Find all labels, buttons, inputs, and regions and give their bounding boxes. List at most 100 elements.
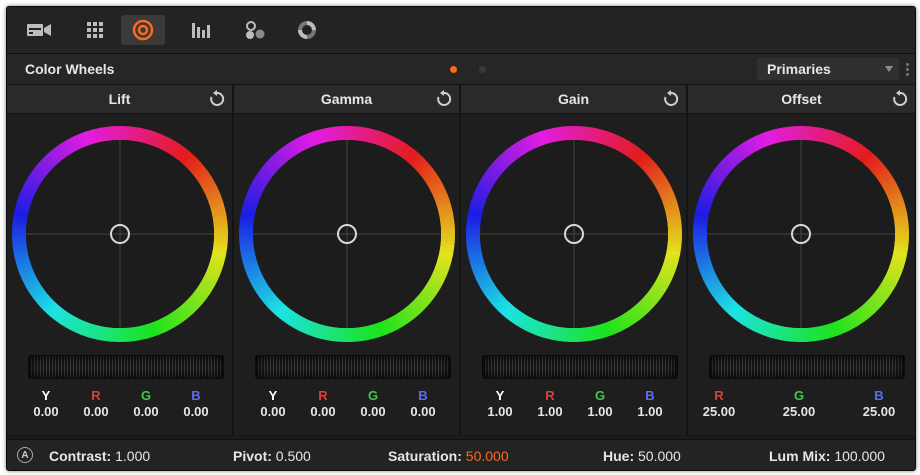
offset-channel-1: G 25.00: [774, 388, 824, 420]
rotate-button[interactable]: [285, 15, 329, 45]
channel-label: R: [545, 388, 555, 403]
saturation-label: Saturation:: [388, 448, 462, 464]
channel-value[interactable]: 25.00: [694, 403, 744, 420]
gain-color-wheel[interactable]: [465, 125, 683, 343]
channel-value[interactable]: 0.00: [21, 403, 71, 420]
lum-mix-control[interactable]: Lum Mix: 100.000: [769, 448, 885, 464]
color-wheels-window: Color Wheels Primaries Lift Y 0.00 R 0.00 G 0…: [6, 6, 916, 471]
gain-title: Gain: [557, 91, 590, 107]
channel-label: B: [874, 388, 884, 403]
offset-master-slider[interactable]: [709, 355, 905, 379]
gain-master-slider[interactable]: [482, 355, 678, 379]
auto-balance-icon[interactable]: A: [17, 447, 33, 463]
channel-label: G: [367, 388, 379, 403]
channel-label: Y: [495, 388, 505, 403]
gain-channel-1: R 1.00: [525, 388, 575, 420]
channel-value[interactable]: 25.00: [854, 403, 904, 420]
reset-icon[interactable]: [662, 90, 680, 108]
primaries-select[interactable]: Primaries: [757, 58, 899, 80]
channel-label: G: [140, 388, 152, 403]
lift-color-wheel[interactable]: [11, 125, 229, 343]
saturation-control[interactable]: Saturation: 50.000: [388, 448, 509, 464]
contrast-control[interactable]: Contrast: 1.000: [49, 448, 150, 464]
channel-value[interactable]: 0.00: [71, 403, 121, 420]
contrast-label: Contrast:: [49, 448, 112, 464]
pivot-label: Pivot:: [233, 448, 272, 464]
channel-value[interactable]: 0.00: [348, 403, 398, 420]
channel-label: G: [594, 388, 606, 403]
channel-label: B: [191, 388, 201, 403]
hue-label: Hue:: [603, 448, 635, 464]
channel-value[interactable]: 1.00: [575, 403, 625, 420]
color-wheels-icon: [132, 19, 154, 41]
contrast-value[interactable]: 1.000: [115, 448, 150, 464]
channel-value[interactable]: 0.00: [121, 403, 171, 420]
gamma-channel-1: R 0.00: [298, 388, 348, 420]
bars-button[interactable]: [179, 15, 223, 45]
hue-control[interactable]: Hue: 50.000: [603, 448, 681, 464]
gamma-title: Gamma: [320, 91, 373, 107]
palette-toolbar: [7, 7, 915, 54]
gamma-channel-3: B 0.00: [398, 388, 448, 420]
palette-header: Color Wheels Primaries: [7, 54, 915, 85]
gain-wheel-panel: Gain Y 1.00 R 1.00 G 1.00 B 1.00: [461, 85, 688, 435]
nodes-icon: [246, 21, 265, 39]
channel-value[interactable]: 1.00: [475, 403, 525, 420]
camera-raw-button[interactable]: [17, 15, 61, 45]
page-dot-2[interactable]: [479, 66, 486, 73]
channel-label: B: [418, 388, 428, 403]
lum-mix-value[interactable]: 100.000: [834, 448, 885, 464]
lift-title: Lift: [108, 91, 131, 107]
offset-header: Offset: [688, 85, 915, 114]
channel-label: B: [645, 388, 655, 403]
offset-channel-2: B 25.00: [854, 388, 904, 420]
reset-icon[interactable]: [435, 90, 453, 108]
gain-channel-3: B 1.00: [625, 388, 675, 420]
primaries-select-value: Primaries: [767, 61, 831, 77]
gamma-color-wheel[interactable]: [238, 125, 456, 343]
offset-color-wheel[interactable]: [692, 125, 910, 343]
reset-icon[interactable]: [891, 90, 909, 108]
pivot-value[interactable]: 0.500: [276, 448, 311, 464]
lift-values: Y 0.00 R 0.00 G 0.00 B 0.00: [7, 388, 232, 428]
offset-channel-0: R 25.00: [694, 388, 744, 420]
gamma-channel-0: Y 0.00: [248, 388, 298, 420]
channel-value[interactable]: 0.00: [398, 403, 448, 420]
lift-channel-2: G 0.00: [121, 388, 171, 420]
options-menu-icon[interactable]: [906, 63, 909, 77]
gamma-master-slider[interactable]: [255, 355, 451, 379]
channel-value[interactable]: 0.00: [171, 403, 221, 420]
saturation-value[interactable]: 50.000: [466, 448, 509, 464]
lift-channel-1: R 0.00: [71, 388, 121, 420]
bars-icon: [192, 23, 210, 38]
channel-value[interactable]: 1.00: [625, 403, 675, 420]
page-dot-1[interactable]: [450, 66, 457, 73]
channel-value[interactable]: 0.00: [248, 403, 298, 420]
nodes-button[interactable]: [233, 15, 277, 45]
gain-channel-2: G 1.00: [575, 388, 625, 420]
grid-icon: [87, 22, 103, 38]
channel-value[interactable]: 0.00: [298, 403, 348, 420]
channel-label: R: [318, 388, 328, 403]
offset-wheel-panel: Offset R 25.00 G 25.00 B 25.00: [688, 85, 915, 435]
channel-label: R: [714, 388, 724, 403]
grid-button[interactable]: [73, 15, 117, 45]
lift-master-slider[interactable]: [28, 355, 224, 379]
channel-label: G: [793, 388, 805, 403]
gamma-values: Y 0.00 R 0.00 G 0.00 B 0.00: [234, 388, 459, 428]
reset-icon[interactable]: [208, 90, 226, 108]
gain-header: Gain: [461, 85, 686, 114]
hue-value[interactable]: 50.000: [638, 448, 681, 464]
offset-title: Offset: [781, 91, 822, 107]
gain-channel-0: Y 1.00: [475, 388, 525, 420]
gamma-header: Gamma: [234, 85, 459, 114]
pivot-control[interactable]: Pivot: 0.500: [233, 448, 311, 464]
gamma-wheel-panel: Gamma Y 0.00 R 0.00 G 0.00 B 0.00: [234, 85, 461, 435]
channel-value[interactable]: 25.00: [774, 403, 824, 420]
channel-value[interactable]: 1.00: [525, 403, 575, 420]
lift-header: Lift: [7, 85, 232, 114]
lift-channel-0: Y 0.00: [21, 388, 71, 420]
camera-raw-icon: [27, 24, 51, 36]
color-wheels-button[interactable]: [121, 15, 165, 45]
palette-title: Color Wheels: [25, 61, 115, 77]
